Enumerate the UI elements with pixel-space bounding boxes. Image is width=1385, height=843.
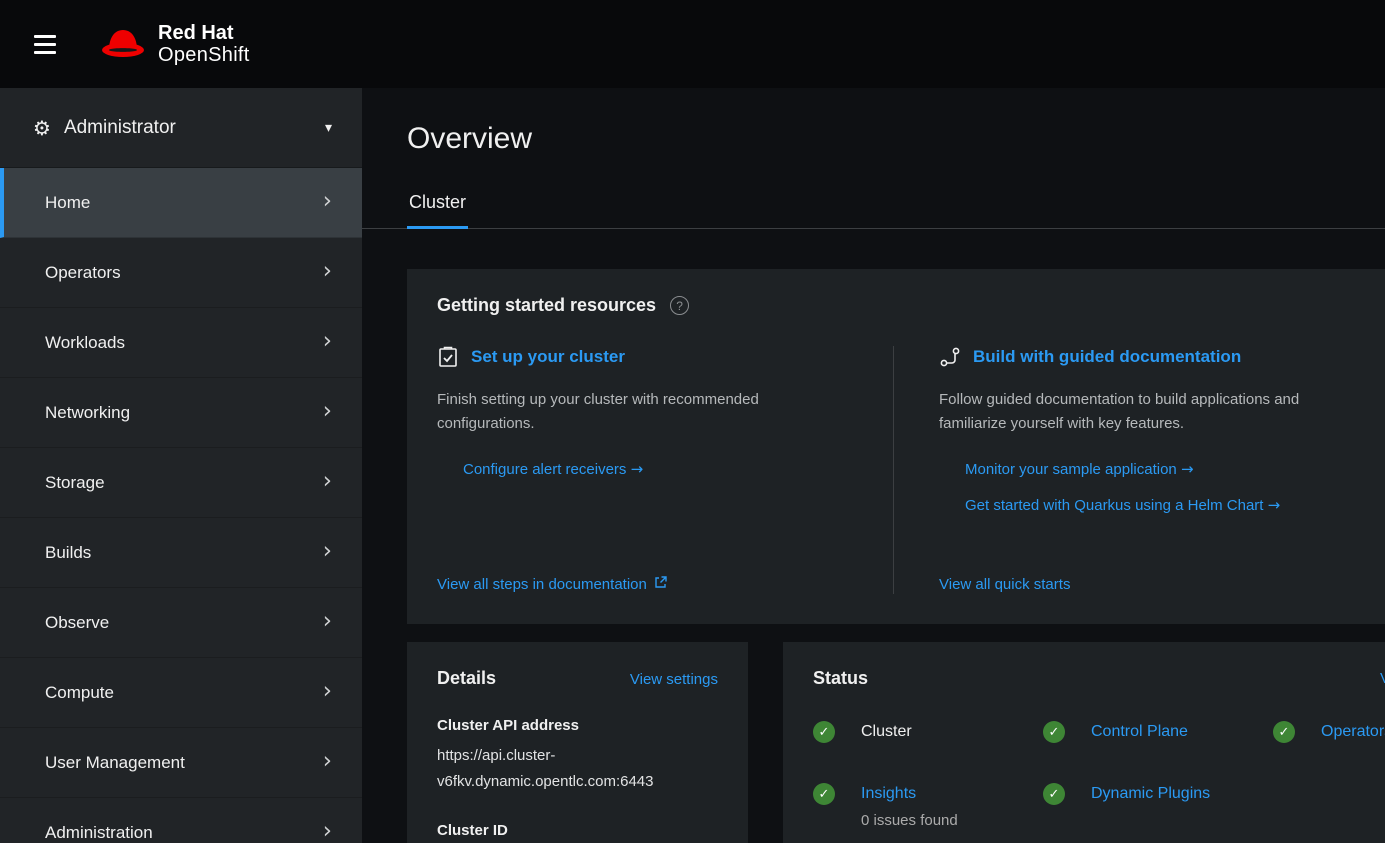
status-title: Status [813,668,868,689]
details-card: Details View settings Cluster API addres… [407,642,748,843]
arrow-right-icon: → [631,460,644,478]
arrow-right-icon: → [1181,460,1194,478]
guided-documentation-column: Build with guided documentation Follow g… [893,346,1355,594]
link-label: View all steps in documentation [437,576,647,593]
cluster-api-address-field: Cluster API address https://api.cluster-… [437,717,718,794]
check-circle-icon: ✓ [813,721,835,743]
link-label: Monitor your sample application [965,461,1177,478]
status-item-control-plane: ✓ Control Plane [1043,721,1273,743]
masthead: Red Hat OpenShift [0,0,1385,88]
field-label: Cluster API address [437,717,718,734]
brand-line1: Red Hat [158,22,250,44]
sidebar-item-compute[interactable]: Compute › [0,658,362,728]
sidebar-item-label: Administration [45,823,153,843]
page-header: Overview [362,88,1385,156]
sidebar-item-user-management[interactable]: User Management › [0,728,362,798]
sidebar-item-label: Storage [45,473,105,493]
status-item-cluster: ✓ Cluster [813,721,1043,743]
red-hat-icon [100,26,146,63]
view-settings-link[interactable]: View settings [630,671,718,688]
sidebar-item-home[interactable]: Home › [0,168,362,238]
sidebar-item-storage[interactable]: Storage › [0,448,362,518]
sidebar-item-label: Operators [45,263,121,283]
brand-logo[interactable]: Red Hat OpenShift [100,22,250,67]
sidebar-item-label: Networking [45,403,130,423]
clipboard-check-icon [437,346,459,368]
insights-issues-text: 0 issues found [861,812,958,829]
gear-icon: ⚙ [33,116,51,140]
control-plane-link[interactable]: Control Plane [1091,721,1188,743]
quarkus-helm-chart-link[interactable]: Get started with Quarkus using a Helm Ch… [939,496,1355,514]
field-value: https://api.cluster-v6fkv.dynamic.opentl… [437,743,709,794]
view-all-quick-starts-link[interactable]: View all quick starts [939,576,1070,593]
sidebar-item-label: Home [45,193,90,213]
link-label: Get started with Quarkus using a Helm Ch… [965,497,1263,514]
perspective-switcher[interactable]: ⚙ Administrator ▾ [0,88,362,168]
guided-documentation-title: Build with guided documentation [973,347,1241,367]
operators-link[interactable]: Operators [1321,721,1385,743]
status-item-operators: ✓ Operators [1273,721,1385,743]
setup-cluster-title: Set up your cluster [471,347,625,367]
getting-started-card: Getting started resources ? [407,269,1385,624]
status-card: Status V ✓ Cluster ✓ Control Plane [783,642,1385,843]
page-title: Overview [407,122,1340,156]
setup-cluster-column: Set up your cluster Finish setting up yo… [437,346,893,594]
status-label-cluster: Cluster [861,721,912,743]
link-label: View all quick starts [939,576,1070,593]
external-link-icon [654,576,667,593]
help-icon[interactable]: ? [670,296,689,315]
status-card-action-link[interactable]: V [1380,670,1385,687]
check-circle-icon: ✓ [1043,721,1065,743]
check-circle-icon: ✓ [813,783,835,805]
chevron-down-icon: ▾ [325,120,332,136]
sidebar-item-workloads[interactable]: Workloads › [0,308,362,378]
insights-link[interactable]: Insights [861,783,958,805]
main-content: Overview Cluster Getting started resourc… [362,0,1385,843]
dynamic-plugins-link[interactable]: Dynamic Plugins [1091,783,1210,805]
check-circle-icon: ✓ [1273,721,1295,743]
status-grid: ✓ Cluster ✓ Control Plane ✓ [813,721,1385,829]
sidebar-item-label: User Management [45,753,185,773]
status-item-insights: ✓ Insights 0 issues found [813,783,1043,829]
route-icon [939,346,961,368]
sidebar-item-operators[interactable]: Operators › [0,238,362,308]
sidebar-item-label: Workloads [45,333,125,353]
view-all-steps-link[interactable]: View all steps in documentation [437,576,667,593]
status-item-dynamic-plugins: ✓ Dynamic Plugins [1043,783,1273,829]
sidebar-nav: Home › Operators › Workloads › Networkin… [0,168,362,843]
sidebar-item-label: Compute [45,683,114,703]
tab-bar: Cluster [362,184,1385,229]
sidebar-item-label: Observe [45,613,109,633]
getting-started-title: Getting started resources [437,295,656,316]
sidebar-item-administration[interactable]: Administration › [0,798,362,843]
nav-toggle-icon[interactable] [24,23,66,65]
sidebar-item-label: Builds [45,543,91,563]
perspective-label: Administrator [64,117,176,139]
sidebar-item-networking[interactable]: Networking › [0,378,362,448]
link-label: Configure alert receivers [463,461,626,478]
monitor-sample-application-link[interactable]: Monitor your sample application → [939,460,1355,478]
sidebar-item-builds[interactable]: Builds › [0,518,362,588]
configure-alert-receivers-link[interactable]: Configure alert receivers → [437,460,853,478]
question-glyph: ? [676,299,683,313]
guided-documentation-description: Follow guided documentation to build app… [939,388,1339,436]
setup-cluster-description: Finish setting up your cluster with reco… [437,388,837,436]
sidebar-item-observe[interactable]: Observe › [0,588,362,658]
overview-content: Getting started resources ? [362,229,1385,843]
field-label: Cluster ID [437,822,718,839]
tab-cluster[interactable]: Cluster [407,184,468,229]
cluster-id-field: Cluster ID [437,822,718,839]
brand-line2: OpenShift [158,44,250,66]
details-title: Details [437,668,496,689]
check-circle-icon: ✓ [1043,783,1065,805]
sidebar: ⚙ Administrator ▾ Home › Operators › Wor… [0,88,362,843]
arrow-right-icon: → [1268,496,1281,514]
